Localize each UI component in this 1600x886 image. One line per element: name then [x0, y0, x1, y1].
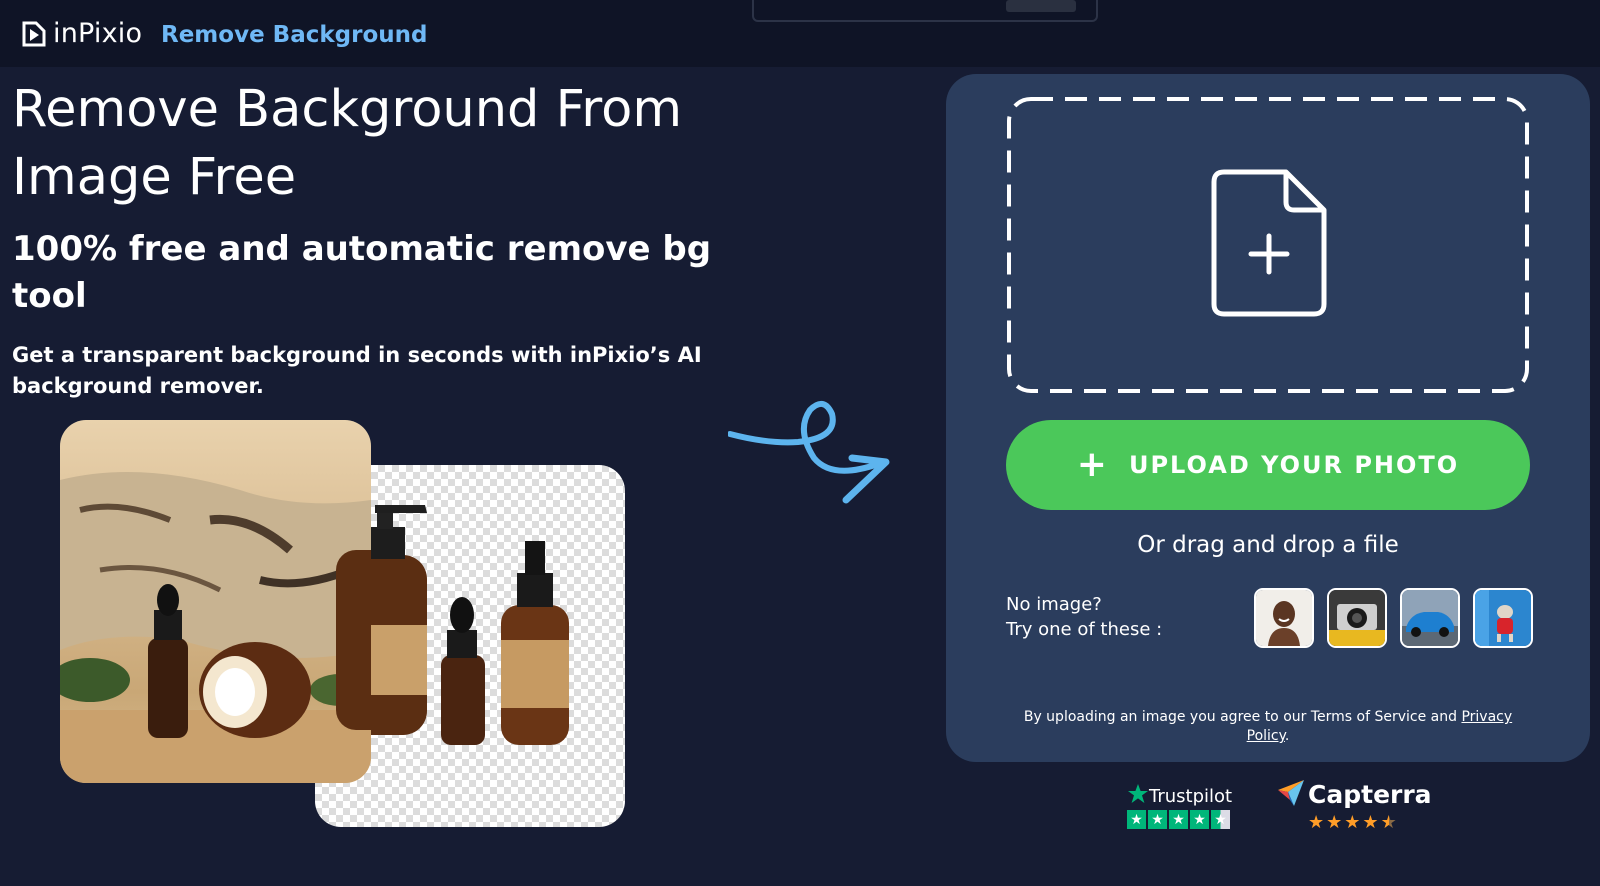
- no-image-line2: Try one of these :: [1006, 619, 1163, 640]
- top-popup-tab: [752, 0, 1098, 22]
- terms-notice: By uploading an image you agree to our T…: [1006, 708, 1530, 746]
- before-image-original: [60, 420, 371, 783]
- camera-sample-icon: [1329, 590, 1385, 646]
- star-icon: ★: [1362, 812, 1379, 833]
- page-title: Remove Background From Image Free: [12, 80, 682, 207]
- page-subtitle: 100% free and automatic remove bg tool: [12, 229, 712, 316]
- sample-images: [1254, 588, 1533, 648]
- half-star-icon: ★: [1380, 812, 1397, 833]
- star-icon: ★: [1326, 812, 1343, 833]
- half-star-icon: ★: [1211, 810, 1230, 829]
- trustpilot-star-icon: [1128, 784, 1148, 803]
- star-icon: ★: [1190, 810, 1209, 829]
- upload-card: + UPLOAD YOUR PHOTO Or drag and drop a f…: [946, 74, 1590, 762]
- nav-remove-background[interactable]: Remove Background: [161, 22, 427, 48]
- capterra-logo-icon: [1278, 780, 1304, 806]
- no-image-text: No image? Try one of these :: [1006, 592, 1226, 642]
- page-lead: Get a transparent background in seconds …: [12, 343, 702, 398]
- no-image-line1: No image?: [1006, 594, 1102, 615]
- upload-photo-button[interactable]: + UPLOAD YOUR PHOTO: [1006, 420, 1530, 510]
- trustpilot-name: Trustpilot: [1149, 786, 1233, 807]
- terms-text: By uploading an image you agree to our T…: [1023, 709, 1462, 725]
- drag-drop-hint: Or drag and drop a file: [1137, 532, 1399, 558]
- star-icon: ★: [1127, 810, 1146, 829]
- star-icon: ★: [1308, 812, 1325, 833]
- upload-button-label: UPLOAD YOUR PHOTO: [1128, 451, 1460, 479]
- sample-dog[interactable]: [1473, 588, 1533, 648]
- star-icon: ★: [1169, 810, 1188, 829]
- sample-camera[interactable]: [1327, 588, 1387, 648]
- sample-portrait[interactable]: [1254, 588, 1314, 648]
- play-logo-icon: [22, 21, 46, 47]
- trustpilot-stars: ★ ★ ★ ★ ★: [1127, 810, 1230, 829]
- top-popup-button[interactable]: [1006, 0, 1076, 12]
- inpixio-logo[interactable]: inPixio: [22, 18, 142, 49]
- terms-end: .: [1284, 728, 1290, 744]
- capterra-name: Capterra: [1308, 780, 1432, 809]
- star-icon: ★: [1148, 810, 1167, 829]
- capterra-stars: ★ ★ ★ ★ ★: [1308, 812, 1397, 833]
- portrait-sample-icon: [1256, 590, 1312, 646]
- star-icon: ★: [1344, 812, 1361, 833]
- car-sample-icon: [1402, 590, 1458, 646]
- swirl-arrow-icon: [727, 400, 898, 514]
- add-file-icon: [1211, 169, 1327, 317]
- site-header: inPixio Remove Background: [0, 0, 1600, 67]
- dog-sample-icon: [1475, 590, 1531, 646]
- logo-text: inPixio: [53, 18, 143, 49]
- sample-car[interactable]: [1400, 588, 1460, 648]
- drop-zone[interactable]: [1006, 96, 1530, 394]
- plus-icon: +: [1076, 444, 1109, 485]
